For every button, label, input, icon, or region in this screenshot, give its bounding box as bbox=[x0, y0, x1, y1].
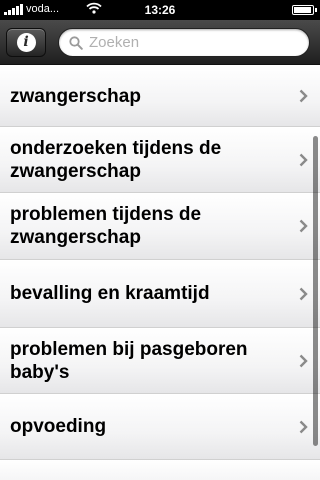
list-item-problemen-zwangerschap[interactable]: problemen tijdens de zwangerschap bbox=[0, 193, 320, 260]
list-item-label: zwangerschap bbox=[10, 85, 141, 107]
list-item-label: problemen bij pasgeboren baby's bbox=[10, 338, 248, 383]
chevron-right-icon bbox=[299, 219, 308, 233]
info-button[interactable]: i bbox=[6, 28, 46, 57]
search-input[interactable] bbox=[89, 34, 289, 51]
status-bar: voda... 13:26 bbox=[0, 0, 320, 20]
list-item-label: problemen tijdens de zwangerschap bbox=[10, 204, 202, 248]
list-item-label: bevalling en kraamtijd bbox=[10, 283, 210, 304]
list-item-onderzoeken[interactable]: onderzoeken tijdens de zwangerschap bbox=[0, 127, 320, 193]
list-item-problemen-baby[interactable]: problemen bij pasgeboren baby's bbox=[0, 328, 320, 394]
category-list: zwangerschap onderzoeken tijdens de zwan… bbox=[0, 66, 320, 480]
chevron-right-icon bbox=[299, 354, 308, 368]
search-bar[interactable] bbox=[58, 28, 310, 57]
info-icon: i bbox=[16, 33, 36, 52]
scrollbar[interactable] bbox=[313, 136, 318, 446]
list-item-label: opvoeding bbox=[10, 416, 107, 437]
toolbar: i bbox=[0, 20, 320, 65]
chevron-right-icon bbox=[299, 153, 308, 167]
list-item-label: onderzoeken tijdens de zwangerschap bbox=[10, 137, 222, 182]
search-icon bbox=[69, 35, 83, 50]
battery-icon bbox=[292, 5, 317, 15]
chevron-right-icon bbox=[299, 287, 308, 301]
chevron-right-icon bbox=[299, 420, 308, 434]
list-item-partial[interactable] bbox=[0, 460, 320, 480]
status-time: 13:26 bbox=[144, 3, 176, 17]
chevron-right-icon bbox=[299, 89, 308, 103]
list-item-zwangerschap[interactable]: zwangerschap bbox=[0, 66, 320, 127]
list-item-bevalling[interactable]: bevalling en kraamtijd bbox=[0, 260, 320, 328]
list-item-opvoeding[interactable]: opvoeding bbox=[0, 394, 320, 460]
